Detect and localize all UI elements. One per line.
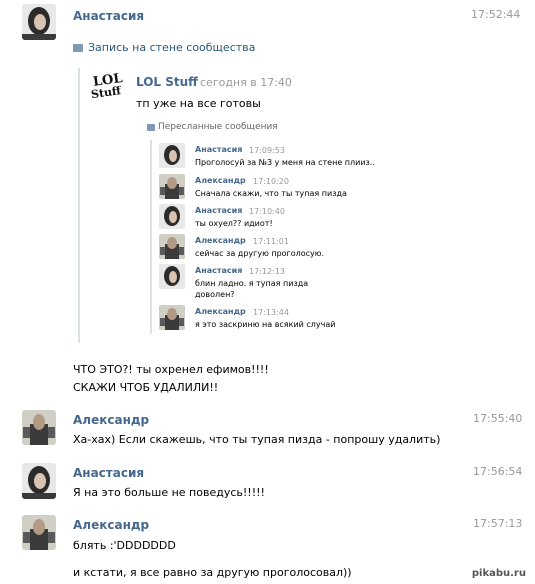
- forwarded-avatar[interactable]: [159, 204, 185, 229]
- group-name[interactable]: LOL Stuff: [136, 75, 198, 89]
- message-author[interactable]: Александр: [73, 413, 149, 427]
- avatar-anastasia[interactable]: [22, 4, 56, 40]
- forwarded-avatar[interactable]: [159, 143, 185, 168]
- wall-post-link[interactable]: Запись на стене сообщества: [88, 41, 255, 54]
- forwarded-label[interactable]: Пересланные сообщения: [158, 122, 278, 132]
- message-time: 17:55:40: [473, 412, 523, 425]
- forwarded-text: Сначала скажи, что ты тупая пизда: [195, 189, 347, 198]
- avatar-alexander[interactable]: [22, 515, 56, 550]
- wall-post-icon: [73, 44, 83, 52]
- message-time: 17:52:44: [471, 8, 521, 21]
- forwarded-time: 17:10:40: [249, 207, 285, 216]
- avatar-anastasia-image: [22, 463, 56, 499]
- forwarded-author[interactable]: Анастасия: [195, 266, 242, 275]
- repost-divider: [78, 68, 80, 343]
- message-author[interactable]: Александр: [73, 518, 149, 532]
- repost-text: тп уже на все готовы: [136, 97, 261, 110]
- forwarded-time: 17:10:20: [253, 177, 289, 186]
- message-text: ЧТО ЭТО?! ты охренел ефимов!!!!: [73, 363, 269, 376]
- watermark: pikabu.ru: [468, 567, 529, 580]
- avatar-alexander-image: [22, 515, 56, 550]
- avatar-alexander[interactable]: [22, 410, 56, 445]
- forwarded-author[interactable]: Анастасия: [195, 206, 242, 215]
- forwarded-text: доволен?: [195, 290, 235, 299]
- forwarded-icon: [147, 124, 155, 131]
- group-logo[interactable]: LOL Stuff: [89, 71, 124, 106]
- watermark-text: pikabu.ru: [471, 568, 526, 579]
- forwarded-avatar-image: [159, 234, 185, 259]
- message-text: и кстати, я все равно за другую проголос…: [73, 566, 352, 579]
- message-text: блять :'DDDDDDD: [73, 539, 176, 552]
- forwarded-author[interactable]: Александр: [195, 176, 246, 185]
- forwarded-avatar-image: [159, 143, 185, 168]
- forwarded-author[interactable]: Александр: [195, 236, 246, 245]
- forwarded-time: 17:11:01: [253, 237, 289, 246]
- forwarded-avatar-image: [159, 305, 185, 330]
- message-author[interactable]: Анастасия: [73, 9, 144, 23]
- avatar-alexander-image: [22, 410, 56, 445]
- forwarded-avatar[interactable]: [159, 174, 185, 199]
- forwarded-author[interactable]: Александр: [195, 307, 246, 316]
- message-text: Я на это больше не поведусь!!!!!: [73, 486, 265, 499]
- forwarded-text: ты охуел?? идиот!: [195, 219, 273, 228]
- forwarded-avatar[interactable]: [159, 234, 185, 259]
- forwarded-divider: [150, 140, 152, 334]
- forwarded-time: 17:13:44: [253, 308, 289, 317]
- forwarded-text: сейчас за другую проголосую.: [195, 249, 325, 258]
- forwarded-text: я это заскриню на всякий случай: [195, 320, 336, 329]
- forwarded-author[interactable]: Анастасия: [195, 145, 242, 154]
- avatar-anastasia[interactable]: [22, 463, 56, 499]
- group-logo-text-2: Stuff: [90, 84, 122, 102]
- message-author[interactable]: Анастасия: [73, 466, 144, 480]
- forwarded-avatar-image: [159, 204, 185, 229]
- forwarded-avatar-image: [159, 174, 185, 199]
- message-text: СКАЖИ ЧТОБ УДАЛИЛИ!!: [73, 381, 219, 394]
- message-time: 17:56:54: [473, 465, 523, 478]
- forwarded-avatar[interactable]: [159, 264, 185, 289]
- message-text: Ха-хах) Если скажешь, что ты тупая пизда…: [73, 433, 441, 446]
- forwarded-time: 17:09:53: [249, 146, 285, 155]
- forwarded-avatar[interactable]: [159, 305, 185, 330]
- group-post-time[interactable]: сегодня в 17:40: [200, 76, 292, 89]
- forwarded-text: Проголосуй за №3 у меня на стене плииз..: [195, 158, 375, 167]
- forwarded-time: 17:12:13: [249, 267, 285, 276]
- forwarded-avatar-image: [159, 264, 185, 289]
- message-time: 17:57:13: [473, 517, 523, 530]
- forwarded-text: блин ладно. я тупая пизда: [195, 279, 309, 288]
- avatar-anastasia-image: [22, 4, 56, 40]
